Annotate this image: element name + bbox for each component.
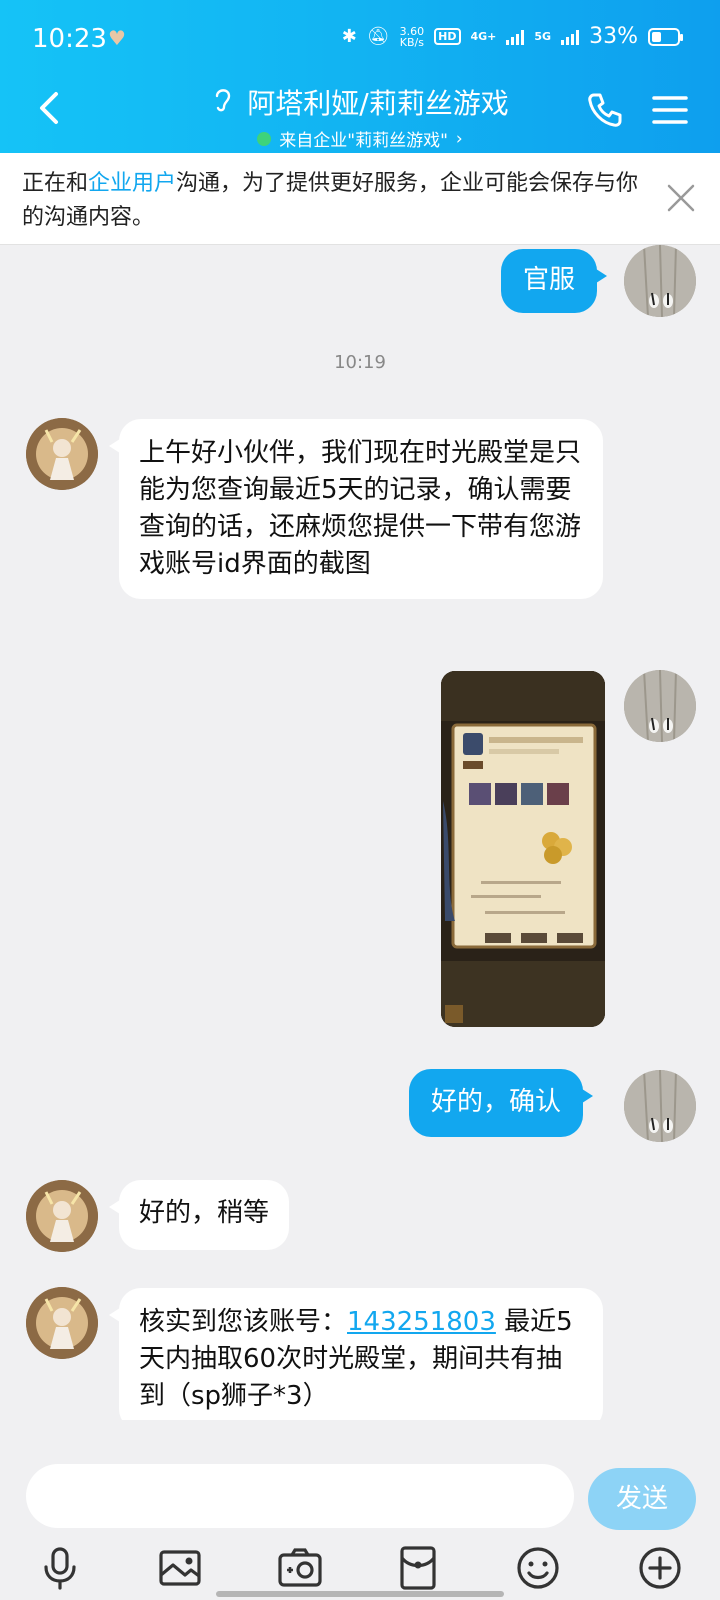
shared-screenshot-image[interactable] [441, 671, 605, 1027]
plus-icon [639, 1547, 681, 1589]
enterprise-label: 来自企业"莉莉丝游戏" [279, 131, 448, 151]
voice-button[interactable] [36, 1544, 84, 1592]
message-bubble-outgoing[interactable]: 好的，确认 [409, 1069, 594, 1137]
signal-bars-icon [561, 29, 580, 45]
status-indicators: ✱ 🔕︎ 3.60 KB/s HD 4G+ 5G 33% [341, 24, 683, 49]
message-text: 好的，稍等 [139, 1198, 270, 1228]
privacy-notice: 正在和企业用户沟通，为了提供更好服务，企业可能会保存与你的沟通内容。 [0, 153, 720, 245]
bluetooth-icon: ✱ [341, 26, 357, 47]
mute-bell-icon: 🔕︎ [366, 26, 390, 47]
home-indicator[interactable] [216, 1591, 504, 1597]
call-button[interactable] [584, 90, 624, 130]
chat-header: 10:23 ♥ ✱ 🔕︎ 3.60 KB/s HD 4G+ 5G 33% 阿塔利… [0, 0, 720, 153]
agent-avatar[interactable] [26, 1287, 98, 1359]
camera-button[interactable] [276, 1544, 324, 1592]
ear-icon [211, 84, 235, 121]
red-packet-icon [400, 1546, 436, 1590]
more-button[interactable] [636, 1544, 684, 1592]
my-avatar[interactable] [624, 1070, 696, 1142]
my-avatar[interactable] [624, 670, 696, 742]
notice-close-button[interactable] [666, 183, 696, 213]
menu-button[interactable] [650, 90, 690, 130]
message-bubble-incoming[interactable]: 好的，稍等 [108, 1180, 290, 1250]
send-button[interactable]: 发送 [588, 1468, 696, 1530]
compose-area: 发送 [0, 1420, 720, 1600]
message-bubble-incoming[interactable]: 核实到您该账号：143251803 最近5天内抽取60次时光殿堂，期间共有抽到（… [109, 1288, 603, 1431]
status-bar: 10:23 ♥ ✱ 🔕︎ 3.60 KB/s HD 4G+ 5G 33% [0, 0, 720, 78]
heart-icon: ♥ [108, 26, 126, 50]
network-5g: 5G [534, 30, 552, 43]
message-list[interactable]: 官服 10:19 上午好小伙伴，我们现在时光殿堂是只能为您查询最近5天的记录，确… [0, 245, 720, 1460]
network-speed: 3.60 KB/s [399, 24, 425, 49]
emoji-icon [517, 1547, 559, 1589]
enterprise-source[interactable]: 来自企业"莉莉丝游戏" › [257, 126, 463, 151]
message-text: 好的，确认 [431, 1087, 562, 1117]
camera-icon [278, 1548, 322, 1587]
image-icon [159, 1550, 201, 1586]
message-text: 官服 [523, 265, 576, 295]
phone-icon [588, 93, 622, 127]
status-time: 10:23 [32, 24, 107, 54]
mic-icon [44, 1547, 76, 1590]
emoji-button[interactable] [514, 1544, 562, 1592]
battery-percent: 33% [589, 24, 638, 49]
hd-badge: HD [434, 28, 461, 45]
verified-dot-icon [257, 131, 272, 146]
message-text-start: 核实到您该账号： [139, 1307, 348, 1337]
message-bubble-incoming[interactable]: 上午好小伙伴，我们现在时光殿堂是只能为您查询最近5天的记录，确认需要查询的话，还… [109, 419, 603, 599]
network-4g: 4G+ [470, 30, 497, 43]
close-icon [667, 184, 695, 212]
agent-avatar[interactable] [26, 1180, 98, 1252]
red-packet-button[interactable] [394, 1544, 442, 1592]
album-button[interactable] [156, 1544, 204, 1592]
my-avatar[interactable] [624, 245, 696, 317]
menu-icon [652, 96, 688, 124]
signal-bars-icon [506, 29, 525, 45]
chevron-right-icon: › [455, 128, 463, 149]
message-text: 上午好小伙伴，我们现在时光殿堂是只能为您查询最近5天的记录，确认需要查询的话，还… [139, 438, 582, 579]
message-bubble-outgoing[interactable]: 官服 [501, 249, 608, 313]
message-timestamp: 10:19 [334, 352, 386, 373]
account-id-link[interactable]: 143251803 [347, 1307, 496, 1337]
compose-toolbar [0, 1544, 720, 1594]
battery-icon [648, 27, 683, 46]
agent-avatar[interactable] [26, 418, 98, 490]
enterprise-user-link[interactable]: 企业用户 [88, 171, 176, 196]
chat-title: 阿塔利娅/莉莉丝游戏 [247, 87, 509, 120]
message-input[interactable] [26, 1464, 574, 1528]
notice-text-start: 正在和 [22, 171, 89, 196]
